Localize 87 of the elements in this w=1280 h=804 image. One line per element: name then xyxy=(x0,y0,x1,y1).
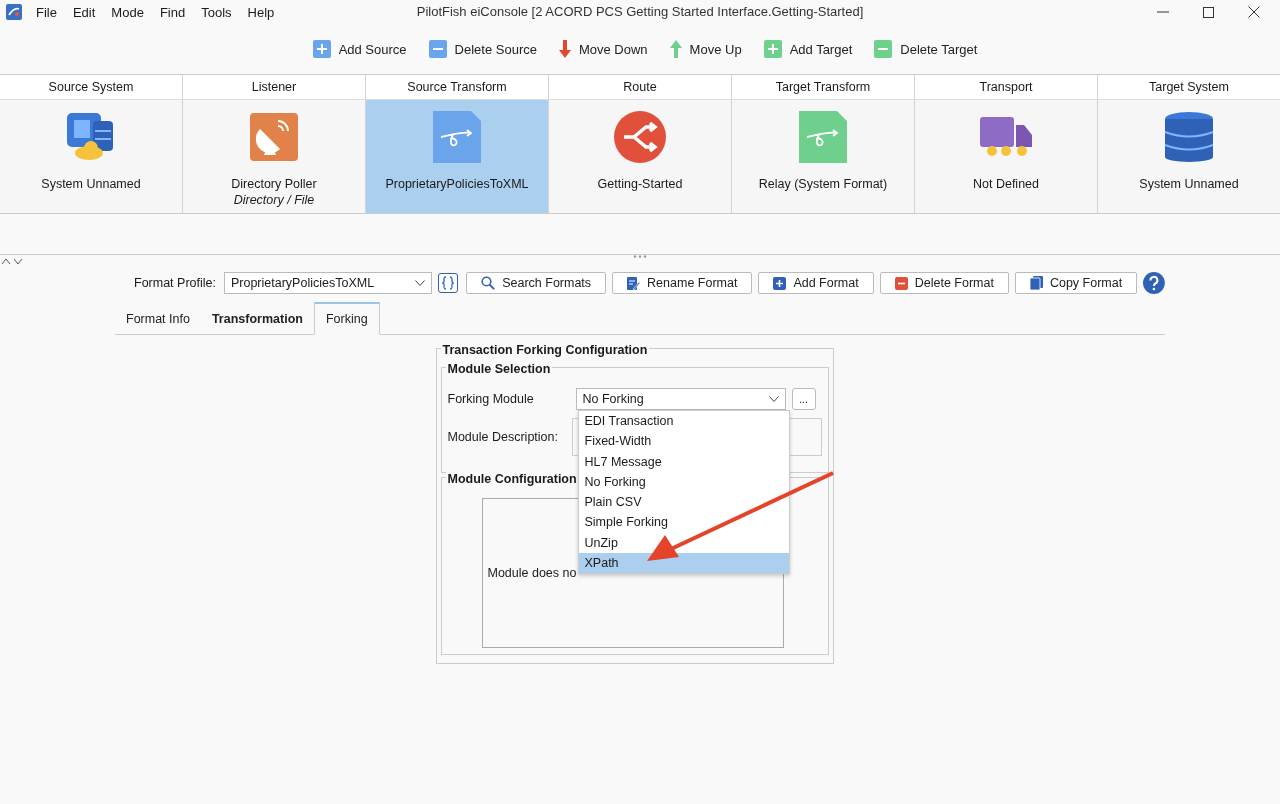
field-label: Module Description: xyxy=(447,430,559,444)
chevron-down-icon xyxy=(415,280,426,286)
toolbar-button[interactable]: Move Down xyxy=(558,40,648,58)
tab[interactable]: Transformation xyxy=(200,303,314,334)
drag-handle-icon[interactable] xyxy=(633,255,647,258)
plus-icon xyxy=(312,40,331,58)
dropdown-option[interactable]: HL7 Message xyxy=(578,451,789,472)
database-icon xyxy=(1163,111,1215,163)
stage-name: System Unnamed xyxy=(41,177,141,191)
format-button[interactable]: Search Formats xyxy=(466,272,607,294)
panel-title: Transaction Forking Configuration xyxy=(440,343,650,357)
braces-button[interactable] xyxy=(438,273,459,293)
minus-icon xyxy=(894,276,908,290)
stage-name: ProprietaryPoliciesToXML xyxy=(385,177,529,191)
app-logo-icon xyxy=(6,4,22,20)
document-icon xyxy=(799,111,847,163)
toolbar-button[interactable]: Add Source xyxy=(312,40,407,58)
toolbar-button[interactable]: Move Up xyxy=(669,40,742,58)
menu-item[interactable]: Tools xyxy=(201,4,232,20)
plus-icon xyxy=(773,276,787,290)
stage-name: System Unnamed xyxy=(1139,177,1239,191)
pipeline-stage[interactable]: Relay (System Format) xyxy=(732,100,914,213)
menu-item[interactable]: Help xyxy=(247,4,275,20)
column-header: Route xyxy=(549,75,731,100)
configuration-message: Module does no xyxy=(487,566,577,580)
pipeline-stage[interactable]: Getting-Started xyxy=(549,100,731,213)
window-title: PilotFish eiConsole [2 ACORD PCS Getting Started Interface.Getting-Started] xyxy=(416,4,864,19)
pipeline-stage[interactable]: Not Defined xyxy=(915,100,1097,213)
format-button[interactable]: Add Format xyxy=(758,272,874,294)
down-arrow-icon xyxy=(558,40,571,58)
format-button[interactable]: Copy Format xyxy=(1014,272,1138,294)
collapse-arrows-icon[interactable] xyxy=(1,257,23,265)
pipeline-stage[interactable]: Directory Poller Directory / File xyxy=(183,100,365,213)
plus-icon xyxy=(763,40,782,58)
minus-icon xyxy=(874,40,893,58)
pipeline-stage[interactable]: System Unnamed xyxy=(1098,100,1280,213)
field-label: Forking Module xyxy=(447,392,535,406)
dropdown-option[interactable]: No Forking xyxy=(578,471,789,493)
forking-module-dropdown[interactable]: No Forking xyxy=(575,388,786,410)
toolbar-button[interactable]: Delete Source xyxy=(428,40,537,58)
format-profile-label: Format Profile: xyxy=(134,276,216,290)
menu-item[interactable]: Edit xyxy=(72,4,96,20)
dropdown-option[interactable]: EDI Transaction xyxy=(578,411,789,432)
stage-name: Not Defined xyxy=(973,177,1039,191)
document-icon xyxy=(433,111,481,163)
chevron-down-icon xyxy=(768,396,779,402)
help-icon[interactable] xyxy=(1143,272,1165,294)
copy-icon xyxy=(1029,276,1043,290)
column-header: Transport xyxy=(915,75,1097,100)
dropdown-option[interactable]: Simple Forking xyxy=(578,512,789,533)
maximize-icon[interactable] xyxy=(1203,6,1214,18)
pipeline-stage[interactable]: ProprietaryPoliciesToXML xyxy=(366,100,548,213)
up-arrow-icon xyxy=(669,40,682,58)
format-button[interactable]: Delete Format xyxy=(879,272,1009,294)
stage-name: Relay (System Format) xyxy=(758,177,888,191)
stage-name: Directory Poller xyxy=(231,177,317,191)
format-button[interactable]: Rename Format xyxy=(612,272,753,294)
menu-item[interactable]: Mode xyxy=(111,4,144,20)
close-icon[interactable] xyxy=(1248,6,1260,18)
format-profile-dropdown[interactable]: ProprietaryPoliciesToXML xyxy=(223,272,433,294)
browse-button[interactable]: ... xyxy=(791,388,816,410)
tab[interactable]: Forking xyxy=(313,302,380,335)
pipeline-stage[interactable]: System Unnamed xyxy=(0,100,182,213)
satellite-dish-icon xyxy=(250,111,298,163)
toolbar-button[interactable]: Add Target xyxy=(763,40,853,58)
column-header: Target Transform xyxy=(732,75,914,100)
shuffle-icon xyxy=(614,111,666,163)
menu-item[interactable]: File xyxy=(36,4,57,20)
tab[interactable]: Format Info xyxy=(115,303,201,334)
edit-document-icon xyxy=(627,275,641,291)
dropdown-option[interactable]: Fixed-Width xyxy=(578,431,789,452)
minus-icon xyxy=(428,40,447,58)
stage-subtitle: Directory / File xyxy=(233,193,315,207)
column-header: Source System xyxy=(0,75,182,100)
dropdown-option[interactable]: UnZip xyxy=(578,532,789,554)
menu-item[interactable]: Find xyxy=(159,4,186,20)
stage-name: Getting-Started xyxy=(597,177,683,191)
dropdown-option[interactable]: Plain CSV xyxy=(578,492,789,513)
search-icon xyxy=(481,276,496,290)
column-header: Source Transform xyxy=(366,75,548,100)
column-header: Target System xyxy=(1098,75,1280,100)
column-header: Listener xyxy=(183,75,365,100)
group-title: Module Configuration xyxy=(445,472,579,486)
group-title: Module Selection xyxy=(445,362,553,376)
braces-icon xyxy=(442,276,455,290)
dropdown-option[interactable]: XPath xyxy=(578,553,789,574)
toolbar-button[interactable]: Delete Target xyxy=(874,40,978,58)
